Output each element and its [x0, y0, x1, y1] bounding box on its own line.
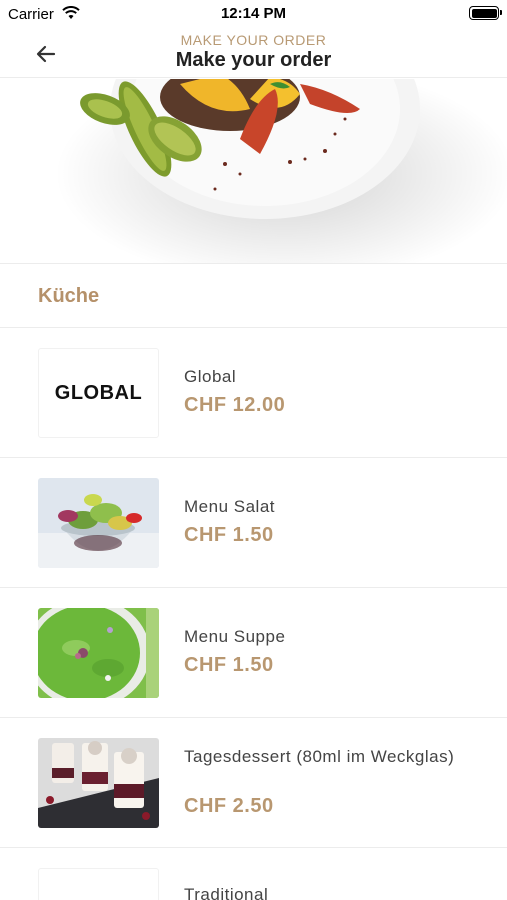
global-logo: GLOBAL — [54, 381, 143, 404]
item-name: Tagesdessert (80ml im Weckglas) — [184, 747, 455, 766]
battery-icon — [469, 6, 502, 20]
nav-subtitle: MAKE YOUR ORDER — [180, 32, 327, 48]
hero-burger-image — [0, 79, 507, 264]
item-name: Global — [184, 367, 237, 386]
item-price: CHF 2.50 — [184, 795, 274, 817]
item-name: Menu Salat — [184, 497, 275, 516]
item-name: Menu Suppe — [184, 627, 286, 646]
item-thumbnail: GLOBAL — [38, 348, 159, 438]
item-price: CHF 1.50 — [184, 524, 274, 546]
section-title: Küche — [38, 285, 100, 307]
item-thumbnail — [38, 868, 159, 900]
menu-item-salat[interactable]: Menu Salat CHF 1.50 — [0, 458, 507, 588]
menu-item-suppe[interactable]: Menu Suppe CHF 1.50 — [0, 588, 507, 718]
dessert-image — [38, 738, 159, 828]
item-price: CHF 12.00 — [184, 394, 286, 416]
clock: 12:14 PM — [220, 5, 287, 22]
menu-item-global[interactable]: GLOBAL Global CHF 12.00 — [0, 328, 507, 458]
salad-image — [38, 478, 159, 568]
menu-item-tagesdessert[interactable]: Tagesdessert (80ml im Weckglas) CHF 2.50 — [0, 718, 507, 848]
nav-bar: MAKE YOUR ORDER Make your order — [0, 28, 507, 78]
soup-image — [38, 608, 159, 698]
menu-list: GLOBAL Global CHF 12.00 Menu Salat CHF 1… — [0, 328, 507, 900]
section-header-kueche: Küche — [0, 265, 507, 328]
item-name: Traditional — [184, 885, 269, 900]
page-title: Make your order — [175, 49, 332, 71]
status-bar: Carrier 12:14 PM — [0, 0, 507, 28]
menu-item-traditional[interactable]: Traditional — [0, 848, 507, 900]
item-price: CHF 1.50 — [184, 654, 274, 676]
